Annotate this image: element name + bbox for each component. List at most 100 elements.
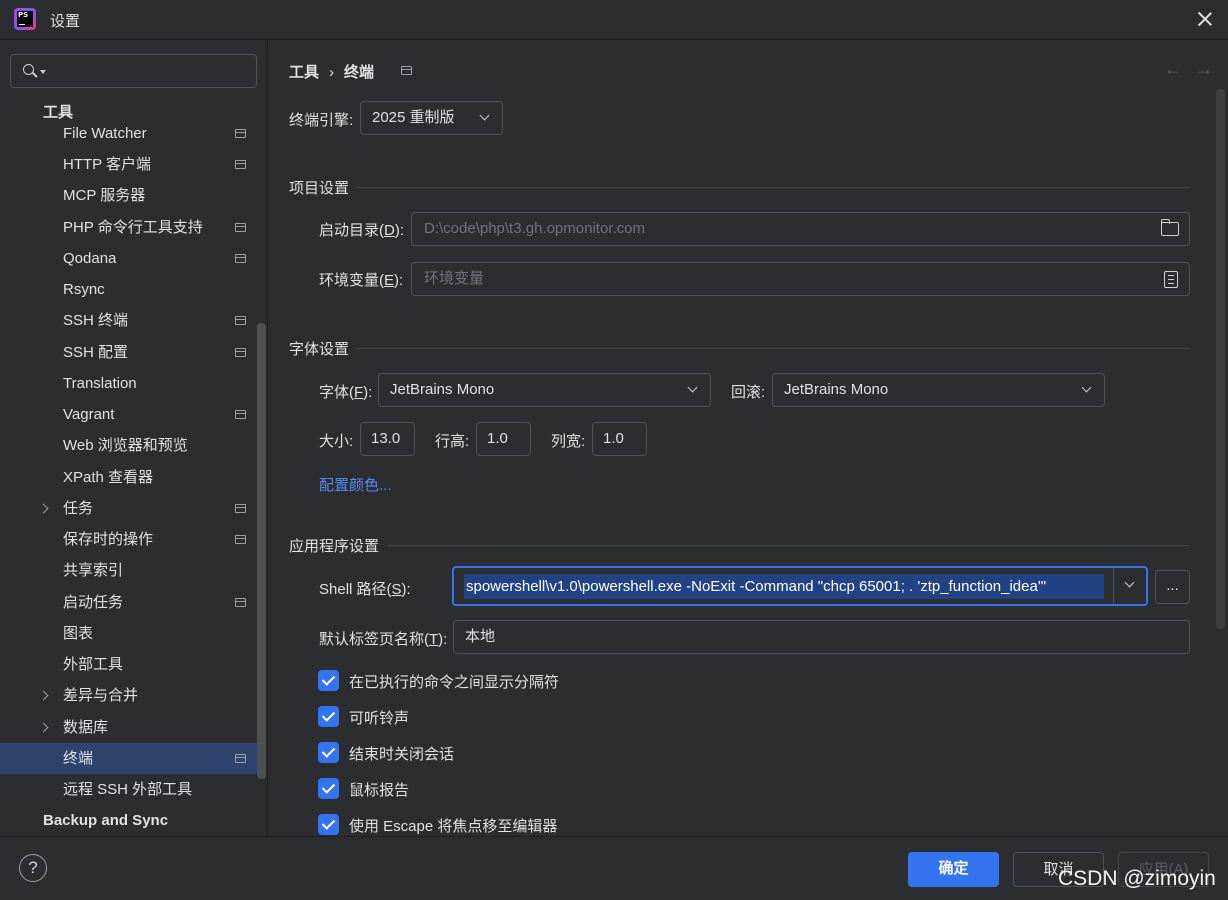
engine-select[interactable]: 2025 重制版 xyxy=(360,101,503,135)
chevron-right-icon[interactable] xyxy=(38,722,49,733)
column-width-label: 列宽: xyxy=(551,433,586,450)
browse-shell-button[interactable]: ... xyxy=(1155,570,1190,604)
font-size-label: 大小: xyxy=(319,433,354,450)
settings-sidebar: 工具 File Watcher HTTP 客户端 MCP 服务器 PHP 命令行… xyxy=(0,41,268,836)
tree-item-label: 终端 xyxy=(63,750,94,767)
tree-item-label: MCP 服务器 xyxy=(63,187,146,204)
configure-colors-link[interactable]: 配置颜色... xyxy=(319,474,392,495)
start-dir-label: 启动目录(D): xyxy=(319,222,405,239)
project-level-icon xyxy=(235,504,246,513)
checkbox-checked[interactable] xyxy=(318,670,339,691)
tree-item-vagrant[interactable]: Vagrant xyxy=(0,399,266,430)
tree-item-label: 任务 xyxy=(63,500,94,517)
chevron-down-icon xyxy=(687,382,698,393)
tree-item-label: 保存时的操作 xyxy=(63,531,154,548)
checkbox-checked[interactable] xyxy=(318,814,339,835)
line-height-value: 1.0 xyxy=(487,430,508,447)
start-dir-input[interactable]: D:\code\php\t3.gh.opmonitor.com xyxy=(411,212,1190,246)
edit-list-icon[interactable] xyxy=(1164,271,1178,288)
tree-item-external-tools[interactable]: 外部工具 xyxy=(0,649,266,680)
title-bar: PS 设置 xyxy=(0,0,1228,40)
project-level-icon xyxy=(235,754,246,763)
tree-item-xpath-viewer[interactable]: XPath 查看器 xyxy=(0,462,266,493)
checkbox-checked[interactable] xyxy=(318,778,339,799)
tree-item-diagrams[interactable]: 图表 xyxy=(0,618,266,649)
tree-item-label: 远程 SSH 外部工具 xyxy=(63,781,193,798)
checkbox-checked[interactable] xyxy=(318,706,339,727)
tree-item-startup-tasks[interactable]: 启动任务 xyxy=(0,587,266,618)
close-icon[interactable] xyxy=(1196,10,1214,28)
shell-path-combobox[interactable]: spowershell\v1.0\powershell.exe -NoExit … xyxy=(452,566,1148,606)
tree-item-label: XPath 查看器 xyxy=(63,469,154,486)
checkbox-label: 鼠标报告 xyxy=(349,782,410,799)
checkbox-label: 使用 Escape 将焦点移至编辑器 xyxy=(349,818,558,835)
chevron-right-icon[interactable] xyxy=(38,503,49,514)
forward-arrow-icon[interactable]: → xyxy=(1195,59,1213,80)
font-select[interactable]: JetBrains Mono xyxy=(378,373,711,407)
terminal-settings-panel: 工具 › 终端 ← → 终端引擎: 2025 重制版 项目设置 启动目录(D): D… xyxy=(269,41,1228,836)
settings-search-input[interactable] xyxy=(47,55,252,87)
tree-item-php-cli-tools[interactable]: PHP 命令行工具支持 xyxy=(0,212,266,243)
tree-item-shared-indexes[interactable]: 共享索引 xyxy=(0,555,266,586)
line-height-input[interactable]: 1.0 xyxy=(476,422,531,456)
tree-item-terminal[interactable]: 终端 xyxy=(0,743,266,774)
tree-item-actions-on-save[interactable]: 保存时的操作 xyxy=(0,524,266,555)
project-level-icon xyxy=(235,316,246,325)
tree-item-database[interactable]: 数据库 xyxy=(0,712,266,743)
checkbox-label: 可听铃声 xyxy=(349,710,410,727)
shell-path-label: Shell 路径(S): xyxy=(319,581,411,598)
section-divider xyxy=(357,187,1189,188)
tree-item-tasks[interactable]: 任务 xyxy=(0,493,266,524)
breadcrumb-parent[interactable]: 工具 xyxy=(289,64,319,81)
checkbox-checked[interactable] xyxy=(318,742,339,763)
main-scrollbar[interactable] xyxy=(1216,89,1225,629)
sidebar-scrollbar[interactable] xyxy=(257,323,266,779)
project-level-icon xyxy=(235,223,246,232)
settings-search-box[interactable] xyxy=(10,54,257,88)
tree-item-label: 数据库 xyxy=(63,719,109,736)
folder-icon[interactable] xyxy=(1161,219,1179,236)
back-arrow-icon[interactable]: ← xyxy=(1164,59,1182,80)
tree-item-mcp-server[interactable]: MCP 服务器 xyxy=(0,180,266,211)
tree-item-label: Qodana xyxy=(63,250,117,267)
tree-item-label: SSH 终端 xyxy=(63,312,129,329)
project-level-icon xyxy=(235,129,246,138)
tree-group-label: Backup and Sync xyxy=(43,812,169,829)
chevron-right-icon[interactable] xyxy=(38,690,49,701)
fallback-font-select[interactable]: JetBrains Mono xyxy=(772,373,1105,407)
env-vars-input[interactable]: 环境变量 xyxy=(411,262,1190,296)
chevron-down-icon xyxy=(1081,382,1092,393)
tree-item-ssh-terminal[interactable]: SSH 终端 xyxy=(0,305,266,336)
column-width-input[interactable]: 1.0 xyxy=(592,422,647,456)
tree-item-translation[interactable]: Translation xyxy=(0,368,266,399)
project-level-icon xyxy=(235,598,246,607)
search-icon[interactable] xyxy=(23,64,46,78)
tree-item-qodana[interactable]: Qodana xyxy=(0,243,266,274)
csdn-watermark: CSDN @zimoyin xyxy=(1058,867,1216,890)
breadcrumb-current: 终端 xyxy=(344,64,375,81)
font-size-input[interactable]: 13.0 xyxy=(360,422,415,456)
shell-path-input[interactable]: spowershell\v1.0\powershell.exe -NoExit … xyxy=(464,574,1104,599)
app-settings-title: 应用程序设置 xyxy=(289,538,380,555)
project-settings-title: 项目设置 xyxy=(289,180,350,197)
tree-item-rsync[interactable]: Rsync xyxy=(0,274,266,305)
tree-item-label: Web 浏览器和预览 xyxy=(63,437,188,454)
default-tab-name-input[interactable]: 本地 xyxy=(453,620,1190,654)
shell-path-dropdown[interactable] xyxy=(1113,568,1146,604)
ok-button[interactable]: 确定 xyxy=(908,852,999,887)
font-label: 字体(F): xyxy=(319,384,373,401)
fallback-font-value: JetBrains Mono xyxy=(784,381,889,398)
help-icon[interactable]: ? xyxy=(19,854,47,882)
checkbox-label: 在已执行的命令之间显示分隔符 xyxy=(349,674,560,691)
chevron-down-icon xyxy=(1124,577,1135,588)
font-settings-title: 字体设置 xyxy=(289,341,350,358)
tree-item-ssh-config[interactable]: SSH 配置 xyxy=(0,337,266,368)
tree-item-http-client[interactable]: HTTP 客户端 xyxy=(0,149,266,180)
font-size-value: 13.0 xyxy=(371,430,401,447)
tree-group-backup-sync[interactable]: Backup and Sync xyxy=(0,805,266,836)
tree-item-web-browsers[interactable]: Web 浏览器和预览 xyxy=(0,430,266,461)
tree-item-remote-ssh-external-tools[interactable]: 远程 SSH 外部工具 xyxy=(0,774,266,805)
section-divider xyxy=(357,348,1189,349)
tree-item-diff-merge[interactable]: 差异与合并 xyxy=(0,680,266,711)
tree-item-file-watcher[interactable]: File Watcher xyxy=(0,118,266,149)
